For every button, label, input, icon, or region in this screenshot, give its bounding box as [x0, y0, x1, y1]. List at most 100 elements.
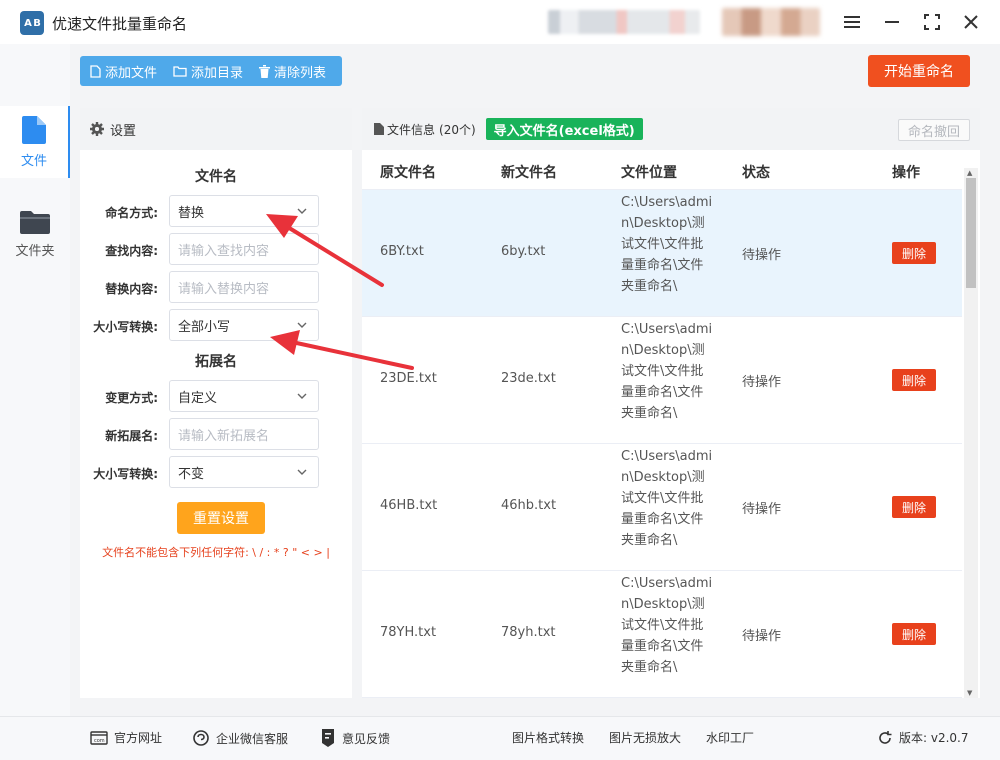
settings-header: 设置	[80, 108, 352, 150]
import-excel-button[interactable]: 导入文件名(excel格式)	[485, 118, 643, 140]
new-name: 78yh.txt	[501, 625, 556, 640]
app-logo: A B	[20, 11, 44, 35]
start-rename-button[interactable]: 开始重命名	[868, 55, 970, 87]
wechat-support-link[interactable]: 企业微信客服	[192, 729, 288, 747]
undo-rename-button[interactable]: 命名撤回	[898, 119, 970, 141]
status: 待操作	[742, 502, 782, 517]
file-count: (20个)	[439, 122, 476, 137]
file-list-panel: 文件信息 (20个) 导入文件名(excel格式) 命名撤回 原文件名 新文件名…	[362, 108, 980, 698]
column-header: 状态	[742, 165, 770, 181]
column-header: 新文件名	[501, 165, 557, 181]
chat-icon	[193, 730, 209, 746]
delete-button[interactable]: 删除	[892, 369, 936, 391]
column-header: 操作	[892, 165, 920, 181]
file-icon	[374, 123, 384, 135]
image-format-link[interactable]: 图片格式转换	[512, 729, 584, 746]
file-icon	[22, 115, 46, 144]
column-header: 原文件名	[380, 165, 436, 181]
scroll-up-icon[interactable]: ▲	[967, 169, 972, 177]
find-label: 查找内容:	[105, 244, 158, 258]
official-website-link[interactable]: com 官方网址	[90, 729, 162, 746]
delete-button[interactable]: 删除	[892, 623, 936, 645]
sidebar-item-file[interactable]: 文件	[0, 106, 70, 178]
menu-icon[interactable]	[840, 10, 864, 34]
original-name: 6BY.txt	[380, 244, 424, 259]
toolbar: 添加文件 添加目录 清除列表	[80, 56, 342, 86]
new-name: 23de.txt	[501, 371, 556, 386]
add-directory-button[interactable]: 添加目录	[173, 62, 243, 81]
table-row[interactable]: 23DE.txt 23de.txt C:\Users\admin\Desktop…	[362, 317, 962, 444]
file-path: C:\Users\admin\Desktop\测试文件\文件批量重命名\文件夹重…	[621, 322, 713, 421]
clear-list-button[interactable]: 清除列表	[259, 62, 326, 81]
case-select[interactable]: 全部小写	[169, 309, 319, 341]
original-name: 46HB.txt	[380, 498, 438, 513]
case-label: 大小写转换:	[93, 320, 158, 334]
file-path: C:\Users\admin\Desktop\测试文件\文件批量重命名\文件夹重…	[621, 576, 713, 675]
vertical-scrollbar[interactable]: ▲ ▼	[964, 168, 978, 698]
scroll-thumb[interactable]	[966, 178, 976, 288]
title-bar: A B 优速文件批量重命名	[0, 0, 1000, 44]
filename-warning: 文件名不能包含下列任何字符: \ / : * ? " < > |	[102, 546, 330, 559]
delete-button[interactable]: 删除	[892, 242, 936, 264]
reset-settings-button[interactable]: 重置设置	[177, 502, 265, 534]
original-name: 23DE.txt	[380, 371, 437, 386]
svg-text:com: com	[94, 738, 105, 744]
status: 待操作	[742, 629, 782, 644]
refresh-icon	[879, 730, 892, 744]
table-row[interactable]: 46HB.txt 46hb.txt C:\Users\admin\Desktop…	[362, 444, 962, 571]
website-icon: com	[90, 730, 108, 745]
folder-icon	[20, 210, 50, 234]
file-list-header: 文件信息 (20个) 导入文件名(excel格式) 命名撤回	[362, 108, 980, 150]
change-mode-label: 变更方式:	[105, 391, 158, 405]
app-title: 优速文件批量重命名	[52, 15, 188, 33]
watermark-link[interactable]: 水印工厂	[706, 729, 754, 746]
table-row[interactable]: 78YH.txt 78yh.txt C:\Users\admin\Desktop…	[362, 571, 962, 698]
table-header: 原文件名 新文件名 文件位置 状态 操作	[362, 150, 962, 190]
change-mode-select[interactable]: 自定义	[169, 380, 319, 412]
close-icon[interactable]	[959, 10, 983, 34]
maximize-icon[interactable]	[920, 10, 944, 34]
image-enlarge-link[interactable]: 图片无损放大	[609, 729, 681, 746]
scroll-down-icon[interactable]: ▼	[967, 689, 972, 697]
sidebar-item-folder[interactable]: 文件夹	[0, 198, 70, 270]
sidebar-item-label: 文件	[20, 153, 47, 169]
folder-icon	[173, 66, 187, 77]
feedback-link[interactable]: 意见反馈	[320, 729, 390, 747]
filename-section-title: 文件名	[195, 169, 237, 185]
delete-button[interactable]: 删除	[892, 496, 936, 518]
replace-input[interactable]: 请输入替换内容	[169, 271, 319, 303]
feedback-icon	[322, 729, 334, 747]
version-info[interactable]: 版本: v2.0.7	[877, 729, 969, 746]
original-name: 78YH.txt	[380, 625, 437, 640]
minimize-icon[interactable]	[880, 10, 904, 34]
add-file-button[interactable]: 添加文件	[90, 62, 157, 81]
file-path: C:\Users\admin\Desktop\测试文件\文件批量重命名\文件夹重…	[621, 449, 713, 548]
table-body: 6BY.txt 6by.txt C:\Users\admin\Desktop\测…	[362, 190, 962, 698]
gear-icon	[90, 122, 104, 136]
column-header: 文件位置	[621, 165, 677, 181]
extension-case-select[interactable]: 不变	[169, 456, 319, 488]
chevron-down-icon	[297, 208, 307, 214]
file-path: C:\Users\admin\Desktop\测试文件\文件批量重命名\文件夹重…	[621, 195, 713, 294]
blurred-user-info	[548, 10, 700, 34]
extension-case-label: 大小写转换:	[93, 467, 158, 481]
status: 待操作	[742, 248, 782, 263]
status: 待操作	[742, 375, 782, 390]
trash-icon	[259, 64, 271, 78]
new-extension-input[interactable]: 请输入新拓展名	[169, 418, 319, 450]
chevron-down-icon	[297, 393, 307, 399]
new-name: 46hb.txt	[501, 498, 557, 513]
footer: com 官方网址 企业微信客服 意见反馈 图片格式转换 图片无损放大 水印工厂 …	[0, 716, 1000, 760]
settings-panel: 设置 文件名 命名方式: 替换 查找内容: 请输入查找内容 替换内容: 请输入替…	[80, 108, 352, 698]
naming-mode-select[interactable]: 替换	[169, 195, 319, 227]
find-input[interactable]: 请输入查找内容	[169, 233, 319, 265]
naming-mode-label: 命名方式:	[105, 206, 158, 220]
table-row[interactable]: 6BY.txt 6by.txt C:\Users\admin\Desktop\测…	[362, 190, 962, 317]
new-extension-label: 新拓展名:	[105, 429, 158, 443]
file-icon	[90, 64, 101, 78]
chevron-down-icon	[297, 469, 307, 475]
sidebar-item-label: 文件夹	[15, 243, 55, 259]
new-name: 6by.txt	[501, 244, 546, 259]
extension-section-title: 拓展名	[195, 354, 237, 370]
blurred-avatar[interactable]	[722, 8, 820, 36]
